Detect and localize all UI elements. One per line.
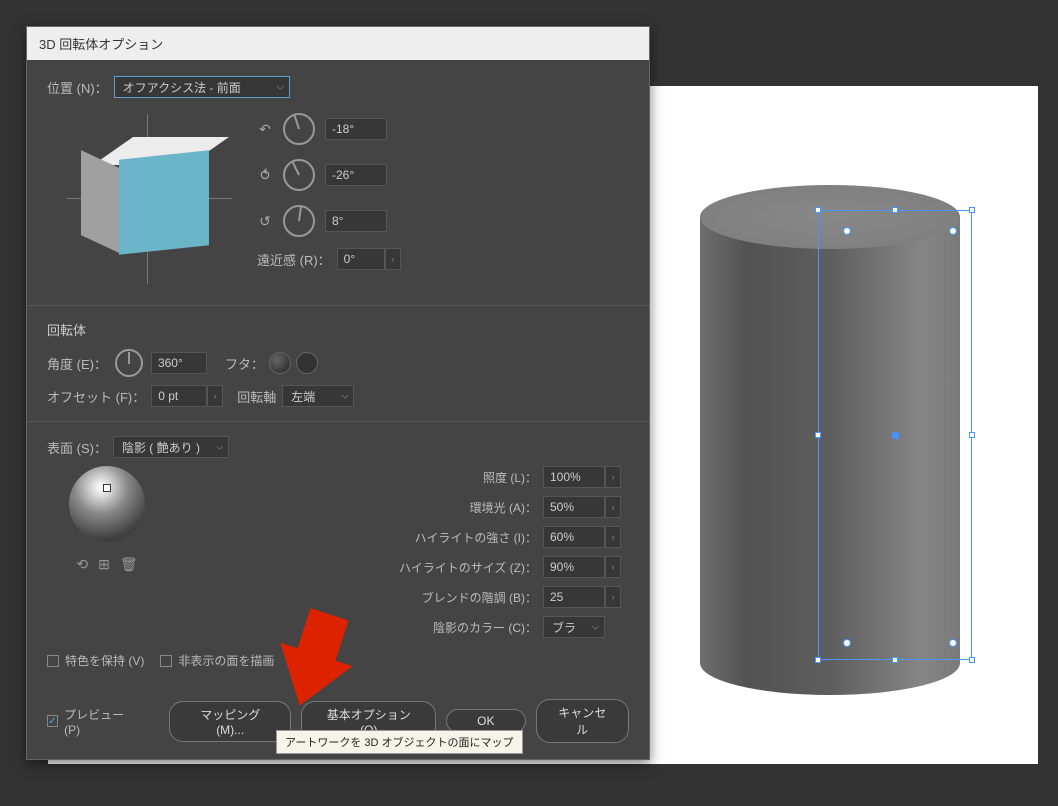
angle-dial[interactable]: [115, 349, 143, 377]
rotate-x-icon: ↶: [257, 121, 273, 137]
chevron-down-icon: ⌵: [341, 391, 348, 402]
offset-input[interactable]: [151, 385, 207, 407]
chevron-down-icon: ⌵: [277, 82, 284, 93]
ambient-label: 環境光 (A)：: [470, 499, 537, 516]
light-delete-icon[interactable]: 🗑: [120, 556, 138, 573]
perspective-input[interactable]: [337, 248, 385, 270]
axis-dropdown[interactable]: 左端⌵: [282, 385, 354, 407]
tooltip: アートワークを 3D オブジェクトの面にマップ: [276, 730, 523, 754]
surface-dropdown[interactable]: 陰影 ( 艶あり )⌵: [113, 436, 229, 458]
chevron-down-icon: ⌵: [216, 442, 223, 453]
shade-color-dropdown[interactable]: ブラ⌵: [543, 616, 605, 638]
rotate-z-dial[interactable]: [283, 205, 315, 237]
perspective-stepper[interactable]: ›: [385, 248, 401, 270]
light-add-icon[interactable]: ⊞: [98, 556, 110, 573]
map-art-button[interactable]: マッピング (M)...: [169, 701, 291, 742]
rotate-y-icon: ⥀: [257, 167, 273, 183]
stepper[interactable]: ›: [605, 466, 621, 488]
light-sphere[interactable]: [69, 466, 145, 542]
position-dropdown[interactable]: オフアクシス法 - 前面⌵: [114, 76, 290, 98]
rotation-cube-preview[interactable]: [47, 106, 247, 291]
dialog-title: 3D 回転体オプション: [27, 27, 649, 60]
highlight-intensity-input[interactable]: [543, 526, 605, 548]
axis-label: 回転軸: [237, 387, 276, 406]
cap-on-button[interactable]: [269, 352, 291, 374]
rotate-x-dial[interactable]: [283, 113, 315, 145]
position-label: 位置 (N)：: [47, 78, 108, 97]
cap-label: フタ：: [225, 354, 264, 373]
light-intensity-input[interactable]: [543, 466, 605, 488]
rotate-x-input[interactable]: [325, 118, 387, 140]
angle-input[interactable]: [151, 352, 207, 374]
rotate-y-input[interactable]: [325, 164, 387, 186]
rotate-z-input[interactable]: [325, 210, 387, 232]
surface-label: 表面 (S)：: [47, 438, 107, 457]
ambient-input[interactable]: [543, 496, 605, 518]
preview-checkbox[interactable]: ✓プレビュー (P): [47, 706, 137, 737]
draw-hidden-checkbox[interactable]: 非表示の面を描画: [160, 652, 274, 669]
shade-color-label: 陰影のカラー (C)：: [433, 619, 537, 636]
angle-label: 角度 (E)：: [47, 354, 107, 373]
chevron-down-icon: ⌵: [592, 622, 599, 633]
rotate-y-dial[interactable]: [283, 159, 315, 191]
light-point[interactable]: [103, 484, 111, 492]
stepper[interactable]: ›: [605, 556, 621, 578]
cap-off-button[interactable]: [296, 352, 318, 374]
highlight-size-label: ハイライトのサイズ (Z)：: [399, 559, 537, 576]
cancel-button[interactable]: キャンセル: [536, 699, 629, 743]
offset-label: オフセット (F)：: [47, 387, 145, 406]
blend-steps-label: ブレンドの階調 (B)：: [422, 589, 537, 606]
highlight-size-input[interactable]: [543, 556, 605, 578]
selection-box[interactable]: [818, 210, 972, 660]
preserve-spot-checkbox[interactable]: 特色を保持 (V): [47, 652, 144, 669]
perspective-label: 遠近感 (R)：: [257, 250, 331, 269]
revolve-section-title: 回転体: [47, 320, 629, 339]
highlight-intensity-label: ハイライトの強さ (I)：: [415, 529, 537, 546]
rotate-z-icon: ↺: [257, 213, 273, 229]
stepper[interactable]: ›: [605, 526, 621, 548]
offset-stepper[interactable]: ›: [207, 385, 223, 407]
stepper[interactable]: ›: [605, 496, 621, 518]
light-intensity-label: 照度 (L)：: [483, 469, 537, 486]
blend-steps-input[interactable]: [543, 586, 605, 608]
light-back-icon[interactable]: ⟲: [76, 556, 88, 573]
stepper[interactable]: ›: [605, 586, 621, 608]
